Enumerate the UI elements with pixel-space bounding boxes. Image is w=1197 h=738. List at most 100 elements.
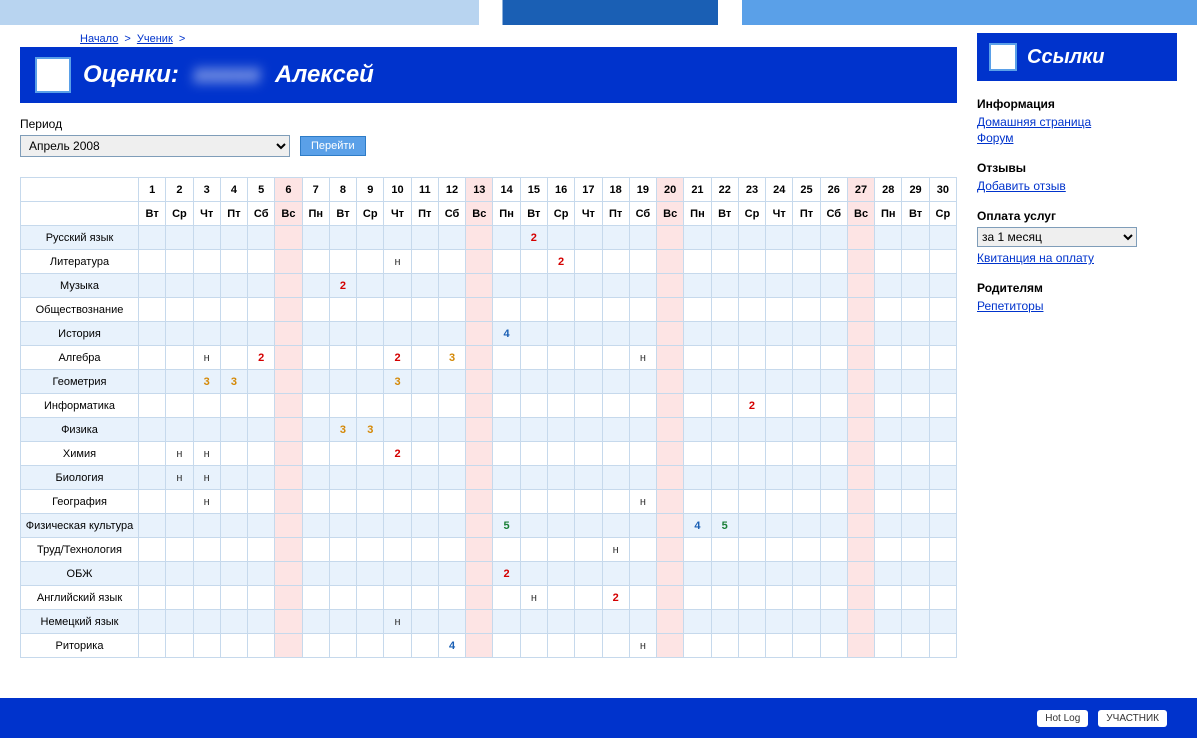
grade-cell <box>875 634 902 658</box>
grade-cell <box>220 514 247 538</box>
grade-cell <box>193 394 220 418</box>
grade-cell <box>793 634 820 658</box>
grade-cell <box>711 274 738 298</box>
grade-cell: н <box>166 442 193 466</box>
grade-cell <box>329 514 356 538</box>
grade-cell <box>657 298 684 322</box>
grade-cell <box>275 322 302 346</box>
sidebar-link[interactable]: Квитанция на оплату <box>977 251 1177 265</box>
grade-cell <box>411 274 438 298</box>
grade-value: 4 <box>504 328 510 340</box>
grade-cell <box>875 274 902 298</box>
grade-cell <box>902 274 929 298</box>
grade-value: н <box>176 472 182 484</box>
grade-cell <box>302 418 329 442</box>
grade-cell <box>738 586 765 610</box>
sidebar-link[interactable]: Домашняя страница <box>977 115 1177 129</box>
grade-cell <box>139 418 166 442</box>
grade-cell <box>657 346 684 370</box>
grade-cell <box>139 226 166 250</box>
grade-cell <box>220 442 247 466</box>
grade-cell <box>166 298 193 322</box>
grade-cell <box>711 466 738 490</box>
sidebar-link[interactable]: Добавить отзыв <box>977 179 1177 193</box>
weekday-header: Ср <box>547 202 574 226</box>
day-header: 11 <box>411 178 438 202</box>
grade-cell <box>166 634 193 658</box>
sidebar-link[interactable]: Репетиторы <box>977 299 1177 313</box>
subject-cell: История <box>21 322 139 346</box>
grade-cell <box>139 586 166 610</box>
grade-cell <box>302 634 329 658</box>
period-select[interactable]: Апрель 2008 <box>20 135 290 157</box>
grade-cell <box>438 274 465 298</box>
grade-cell <box>493 274 520 298</box>
subject-cell: Информатика <box>21 394 139 418</box>
grade-cell <box>438 586 465 610</box>
grade-cell <box>220 586 247 610</box>
sidebar-icon <box>989 43 1017 71</box>
weekday-header: Вс <box>466 202 493 226</box>
grade-cell <box>929 634 956 658</box>
footer-badge-1[interactable]: Hot Log <box>1037 710 1088 727</box>
footer-badge-2[interactable]: УЧАСТНИК <box>1098 710 1167 727</box>
grade-value: 2 <box>340 280 346 292</box>
table-row: Алгебран223н <box>21 346 957 370</box>
grade-cell <box>302 298 329 322</box>
grade-cell <box>820 466 847 490</box>
grade-cell <box>193 514 220 538</box>
weekday-header: Вс <box>847 202 874 226</box>
day-header: 1 <box>139 178 166 202</box>
weekday-header: Пт <box>602 202 629 226</box>
grade-cell <box>711 562 738 586</box>
day-header: 12 <box>438 178 465 202</box>
grade-cell <box>329 490 356 514</box>
grade-cell <box>711 442 738 466</box>
grade-cell <box>166 418 193 442</box>
grade-cell <box>929 466 956 490</box>
grade-cell <box>738 418 765 442</box>
grade-cell <box>629 370 656 394</box>
breadcrumb-student[interactable]: Ученик <box>137 33 173 45</box>
grade-cell <box>520 466 547 490</box>
grade-cell <box>929 322 956 346</box>
subject-cell: Обществознание <box>21 298 139 322</box>
grade-cell <box>302 610 329 634</box>
grade-cell <box>602 490 629 514</box>
payment-period-select[interactable]: за 1 месяц <box>977 227 1137 247</box>
weekday-header: Сб <box>438 202 465 226</box>
grade-cell <box>220 346 247 370</box>
grade-cell <box>329 298 356 322</box>
grade-cell <box>302 586 329 610</box>
grade-cell <box>248 538 275 562</box>
grade-cell <box>793 514 820 538</box>
grade-cell <box>357 226 384 250</box>
grade-cell <box>738 466 765 490</box>
sidebar-link[interactable]: Форум <box>977 131 1177 145</box>
grade-cell <box>657 586 684 610</box>
grade-cell <box>438 298 465 322</box>
grade-cell <box>657 274 684 298</box>
grade-cell <box>629 586 656 610</box>
grade-cell <box>547 466 574 490</box>
grade-cell <box>275 490 302 514</box>
grade-cell <box>193 562 220 586</box>
grade-cell <box>875 490 902 514</box>
grade-cell <box>248 226 275 250</box>
grade-cell <box>329 562 356 586</box>
grade-cell <box>248 274 275 298</box>
grade-value: 3 <box>394 376 400 388</box>
grade-cell <box>929 586 956 610</box>
grade-cell <box>329 442 356 466</box>
go-button[interactable]: Перейти <box>300 136 366 156</box>
grade-cell <box>847 346 874 370</box>
grade-cell <box>575 226 602 250</box>
breadcrumb-home[interactable]: Начало <box>80 33 118 45</box>
grade-cell <box>629 514 656 538</box>
grade-cell: 2 <box>248 346 275 370</box>
grade-cell <box>657 226 684 250</box>
day-header: 10 <box>384 178 411 202</box>
grade-cell <box>302 226 329 250</box>
grade-cell <box>738 634 765 658</box>
grade-cell <box>820 322 847 346</box>
